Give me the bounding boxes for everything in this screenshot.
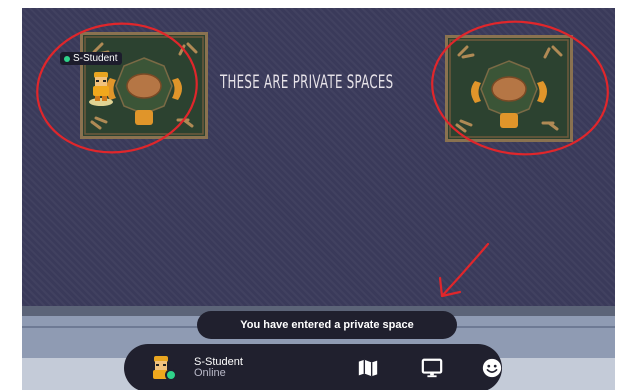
- map-button[interactable]: [356, 357, 380, 379]
- private-room-tile: [445, 35, 573, 142]
- avatar-icon: [89, 72, 113, 106]
- online-status-dot: [165, 369, 177, 381]
- screen-share-button[interactable]: [420, 357, 444, 379]
- private-space-notification: You have entered a private space: [197, 311, 457, 339]
- game-viewport: THESE ARE PRIVATE SPACES S-Student You h…: [22, 8, 615, 390]
- user-info[interactable]: S-Student Online: [194, 357, 243, 379]
- screen-share-icon: [421, 358, 443, 378]
- user-avatar[interactable]: [148, 355, 177, 381]
- map-icon: [358, 359, 378, 377]
- emote-button[interactable]: [480, 357, 504, 379]
- player-name: S-Student: [73, 53, 118, 64]
- private-room-right[interactable]: [445, 35, 573, 142]
- emoji-icon: [482, 358, 502, 378]
- user-status: Online: [194, 367, 226, 379]
- player-avatar[interactable]: [88, 70, 114, 106]
- private-spaces-label: THESE ARE PRIVATE SPACES: [220, 71, 394, 93]
- online-status-dot: [64, 55, 70, 62]
- player-name-tag: S-Student: [60, 52, 123, 65]
- bottom-toolbar: S-Student Online: [124, 344, 502, 390]
